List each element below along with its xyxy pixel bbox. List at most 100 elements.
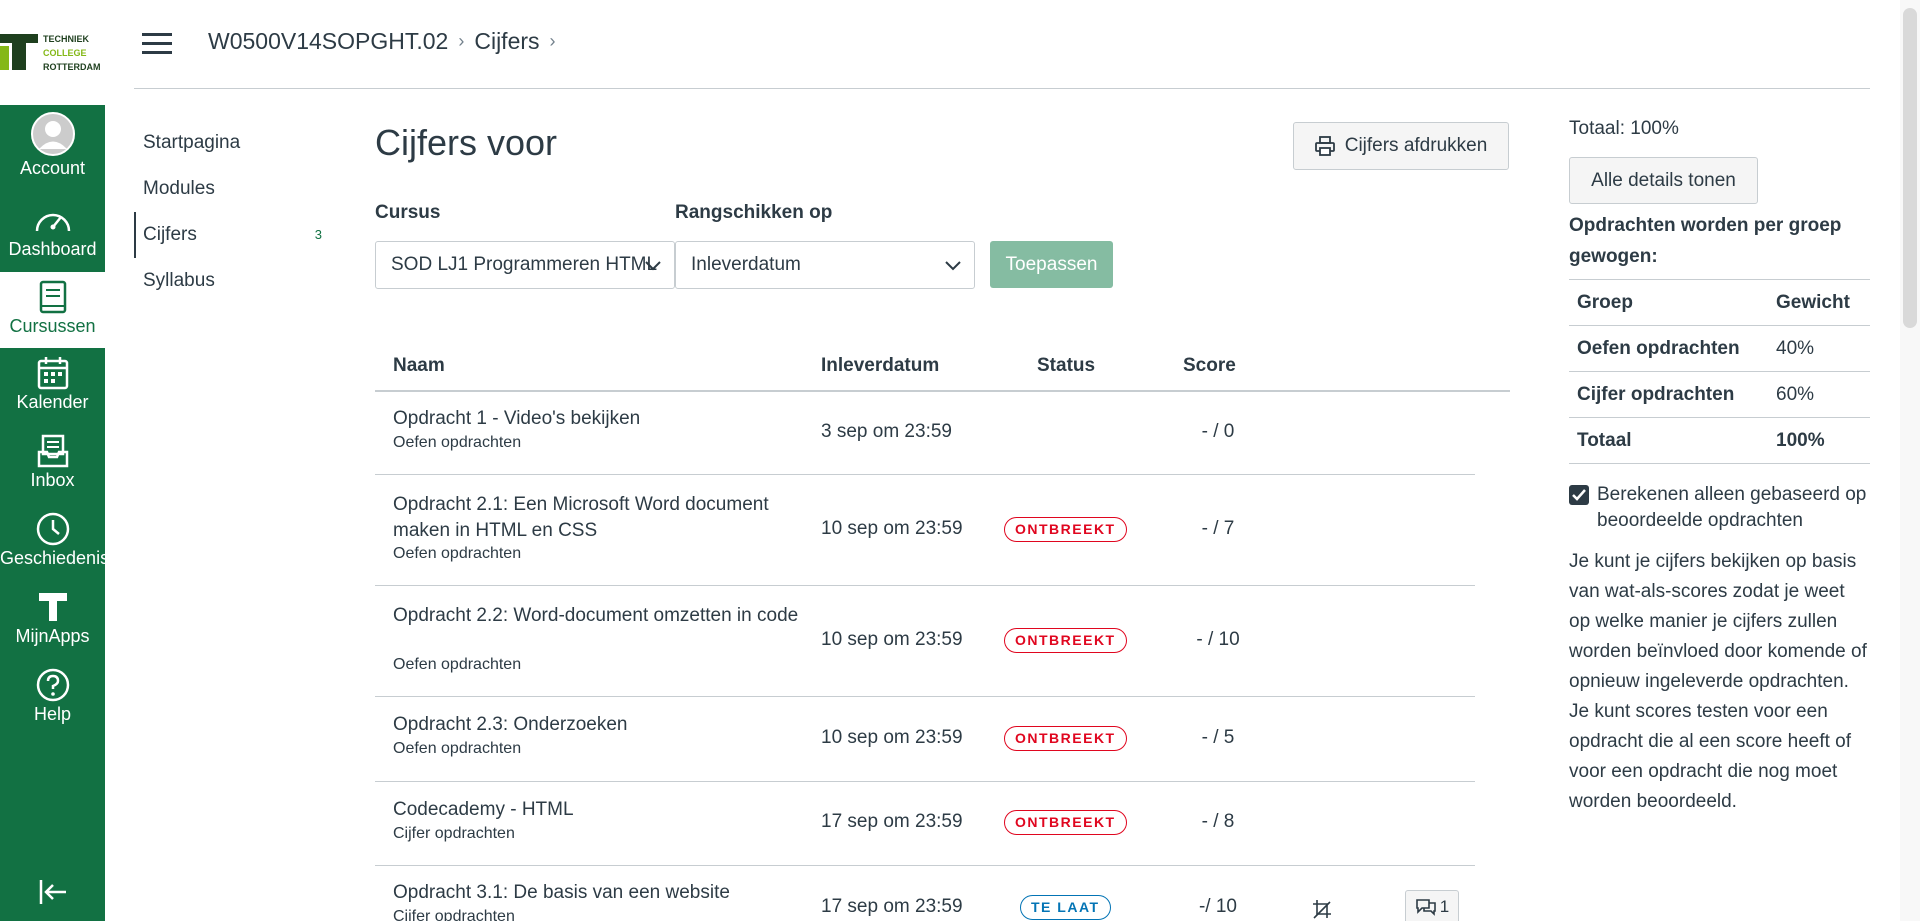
header-divider	[134, 88, 1870, 89]
col-header-score[interactable]: Score	[1183, 355, 1236, 377]
sort-select[interactable]: Inleverdatum	[675, 241, 975, 289]
course-nav-label: Cijfers	[143, 224, 197, 245]
nav-help[interactable]: Help	[0, 668, 105, 744]
total-grade: Totaal: 100%	[1569, 118, 1679, 139]
comments-button[interactable]: 1	[1405, 890, 1459, 921]
due-date: 10 sep om 23:59	[821, 518, 963, 539]
nav-label: Account	[19, 158, 86, 178]
hamburger-menu-button[interactable]	[142, 33, 172, 55]
grade-summary: Totaal: 100%	[1569, 118, 1869, 140]
logo-mark	[0, 34, 38, 70]
table-row: Opdracht 2.3: Onderzoeken Oefen opdracht…	[375, 697, 1475, 782]
table-row: Opdracht 2.1: Een Microsoft Word documen…	[375, 475, 1475, 586]
course-nav-syllabus[interactable]: Syllabus	[134, 258, 334, 304]
page-scrollbar[interactable]	[1900, 0, 1920, 921]
table-row: Opdracht 3.1: De basis van een website C…	[375, 866, 1475, 921]
nav-label: Dashboard	[8, 239, 97, 259]
unread-count-badge: 3	[314, 227, 322, 242]
inbox-icon	[37, 434, 68, 468]
course-nav: Startpagina Modules Cijfers 3 Syllabus	[134, 120, 334, 304]
assignment-name-link[interactable]: Opdracht 2.1: Een Microsoft Word documen…	[393, 492, 803, 544]
weights-group: Oefen opdrachten	[1577, 338, 1740, 359]
show-all-details-button[interactable]: Alle details tonen	[1569, 157, 1758, 204]
weights-total-row: Totaal 100%	[1569, 418, 1870, 464]
status-badge-missing: ONTBREEKT	[1004, 517, 1127, 542]
assignment-group: Oefen opdrachten	[393, 656, 522, 673]
weights-header-weight: Gewicht	[1776, 292, 1850, 313]
assignment-name-link[interactable]: Opdracht 3.1: De basis van een website	[393, 880, 803, 906]
nav-account[interactable]: Account	[0, 112, 105, 188]
col-header-name[interactable]: Naam	[393, 355, 445, 377]
due-date: 17 sep om 23:59	[821, 896, 963, 917]
weights-row: Cijfer opdrachten 60%	[1569, 372, 1870, 418]
apply-button[interactable]: Toepassen	[990, 241, 1113, 288]
printer-icon	[1314, 136, 1335, 156]
assignment-group: Oefen opdrachten	[393, 434, 522, 451]
table-row: Opdracht 2.2: Word-document omzetten in …	[375, 586, 1475, 697]
history-icon	[36, 512, 69, 546]
help-icon	[36, 668, 69, 702]
comments-icon	[1415, 899, 1436, 916]
course-select-label: Cursus	[375, 202, 441, 223]
scrollbar-thumb[interactable]	[1903, 8, 1917, 328]
due-date: 17 sep om 23:59	[821, 811, 963, 832]
dashboard-icon	[35, 213, 70, 232]
assignment-name-link[interactable]: Opdracht 2.2: Word-document omzetten in …	[393, 603, 803, 629]
rubric-icon[interactable]	[1310, 898, 1334, 921]
status-badge-missing: ONTBREEKT	[1004, 628, 1127, 653]
col-header-date[interactable]: Inleverdatum	[821, 355, 939, 377]
course-nav-modules[interactable]: Modules	[134, 166, 334, 212]
weights-value: 60%	[1776, 384, 1815, 405]
weights-total-label: Totaal	[1577, 430, 1632, 451]
college-logo[interactable]: TECHNIEK COLLEGE ROTTERDAM	[0, 0, 105, 105]
due-date: 3 sep om 23:59	[821, 421, 952, 442]
nav-label: Kalender	[16, 392, 89, 412]
breadcrumb-course[interactable]: W0500V14SOPGHT.02	[208, 28, 448, 55]
collapse-nav-icon[interactable]	[38, 877, 68, 907]
nav-courses[interactable]: Cursussen	[0, 272, 105, 348]
print-grades-button[interactable]: Cijfers afdrukken	[1293, 122, 1509, 170]
score: - / 8	[1201, 811, 1235, 832]
nav-label: Help	[33, 704, 72, 724]
course-select-value: SOD LJ1 Programmeren HTML	[391, 254, 658, 275]
assignment-name-link[interactable]: Opdracht 1 - Video's bekijken	[393, 406, 803, 432]
graded-only-label[interactable]: Berekenen alleen gebaseerd op beoordeeld…	[1597, 482, 1867, 534]
weights-row: Oefen opdrachten 40%	[1569, 326, 1870, 372]
course-nav-cijfers[interactable]: Cijfers 3	[134, 212, 334, 258]
nav-label: Cursussen	[9, 316, 96, 336]
print-label: Cijfers afdrukken	[1344, 135, 1488, 156]
nav-calendar[interactable]: Kalender	[0, 356, 105, 432]
course-select[interactable]: SOD LJ1 Programmeren HTML	[375, 241, 675, 289]
global-nav: TECHNIEK COLLEGE ROTTERDAM Account Dashb…	[0, 0, 110, 921]
assignment-name-link[interactable]: Codecademy - HTML	[393, 797, 803, 823]
due-date: 10 sep om 23:59	[821, 727, 963, 748]
nav-dashboard[interactable]: Dashboard	[0, 203, 105, 279]
nav-history[interactable]: Geschiedenis	[0, 512, 110, 588]
col-header-status: Status	[1037, 355, 1096, 376]
chevron-down-icon	[945, 261, 961, 271]
due-date: 10 sep om 23:59	[821, 629, 963, 650]
nav-label: Geschiedenis	[0, 548, 110, 568]
breadcrumb-page[interactable]: Cijfers	[474, 28, 539, 55]
assignment-name-link[interactable]: Opdracht 2.3: Onderzoeken	[393, 712, 803, 738]
weights-title: Opdrachten worden per groep gewogen:	[1569, 215, 1842, 267]
score: - / 7	[1201, 518, 1235, 539]
calendar-icon	[37, 357, 68, 390]
course-nav-startpagina[interactable]: Startpagina	[134, 120, 334, 166]
status-badge-late: TE LAAT	[1020, 895, 1111, 920]
graded-only-checkbox[interactable]	[1569, 485, 1589, 505]
status-badge-missing: ONTBREEKT	[1004, 726, 1127, 751]
nav-myapps[interactable]: MijnApps	[0, 590, 105, 666]
sort-select-label: Rangschikken op	[675, 202, 833, 223]
status-badge-missing: ONTBREEKT	[1004, 810, 1127, 835]
nav-label: Inbox	[30, 470, 75, 490]
weights-value: 40%	[1776, 338, 1815, 359]
breadcrumb-separator: ›	[549, 31, 556, 51]
score: - / 0	[1201, 421, 1235, 442]
sort-select-value: Inleverdatum	[691, 254, 801, 275]
apps-icon	[38, 593, 67, 621]
comments-count: 1	[1439, 897, 1450, 916]
score: - / 5	[1201, 727, 1235, 748]
breadcrumb: W0500V14SOPGHT.02 › Cijfers ›	[208, 28, 566, 55]
nav-inbox[interactable]: Inbox	[0, 434, 105, 510]
